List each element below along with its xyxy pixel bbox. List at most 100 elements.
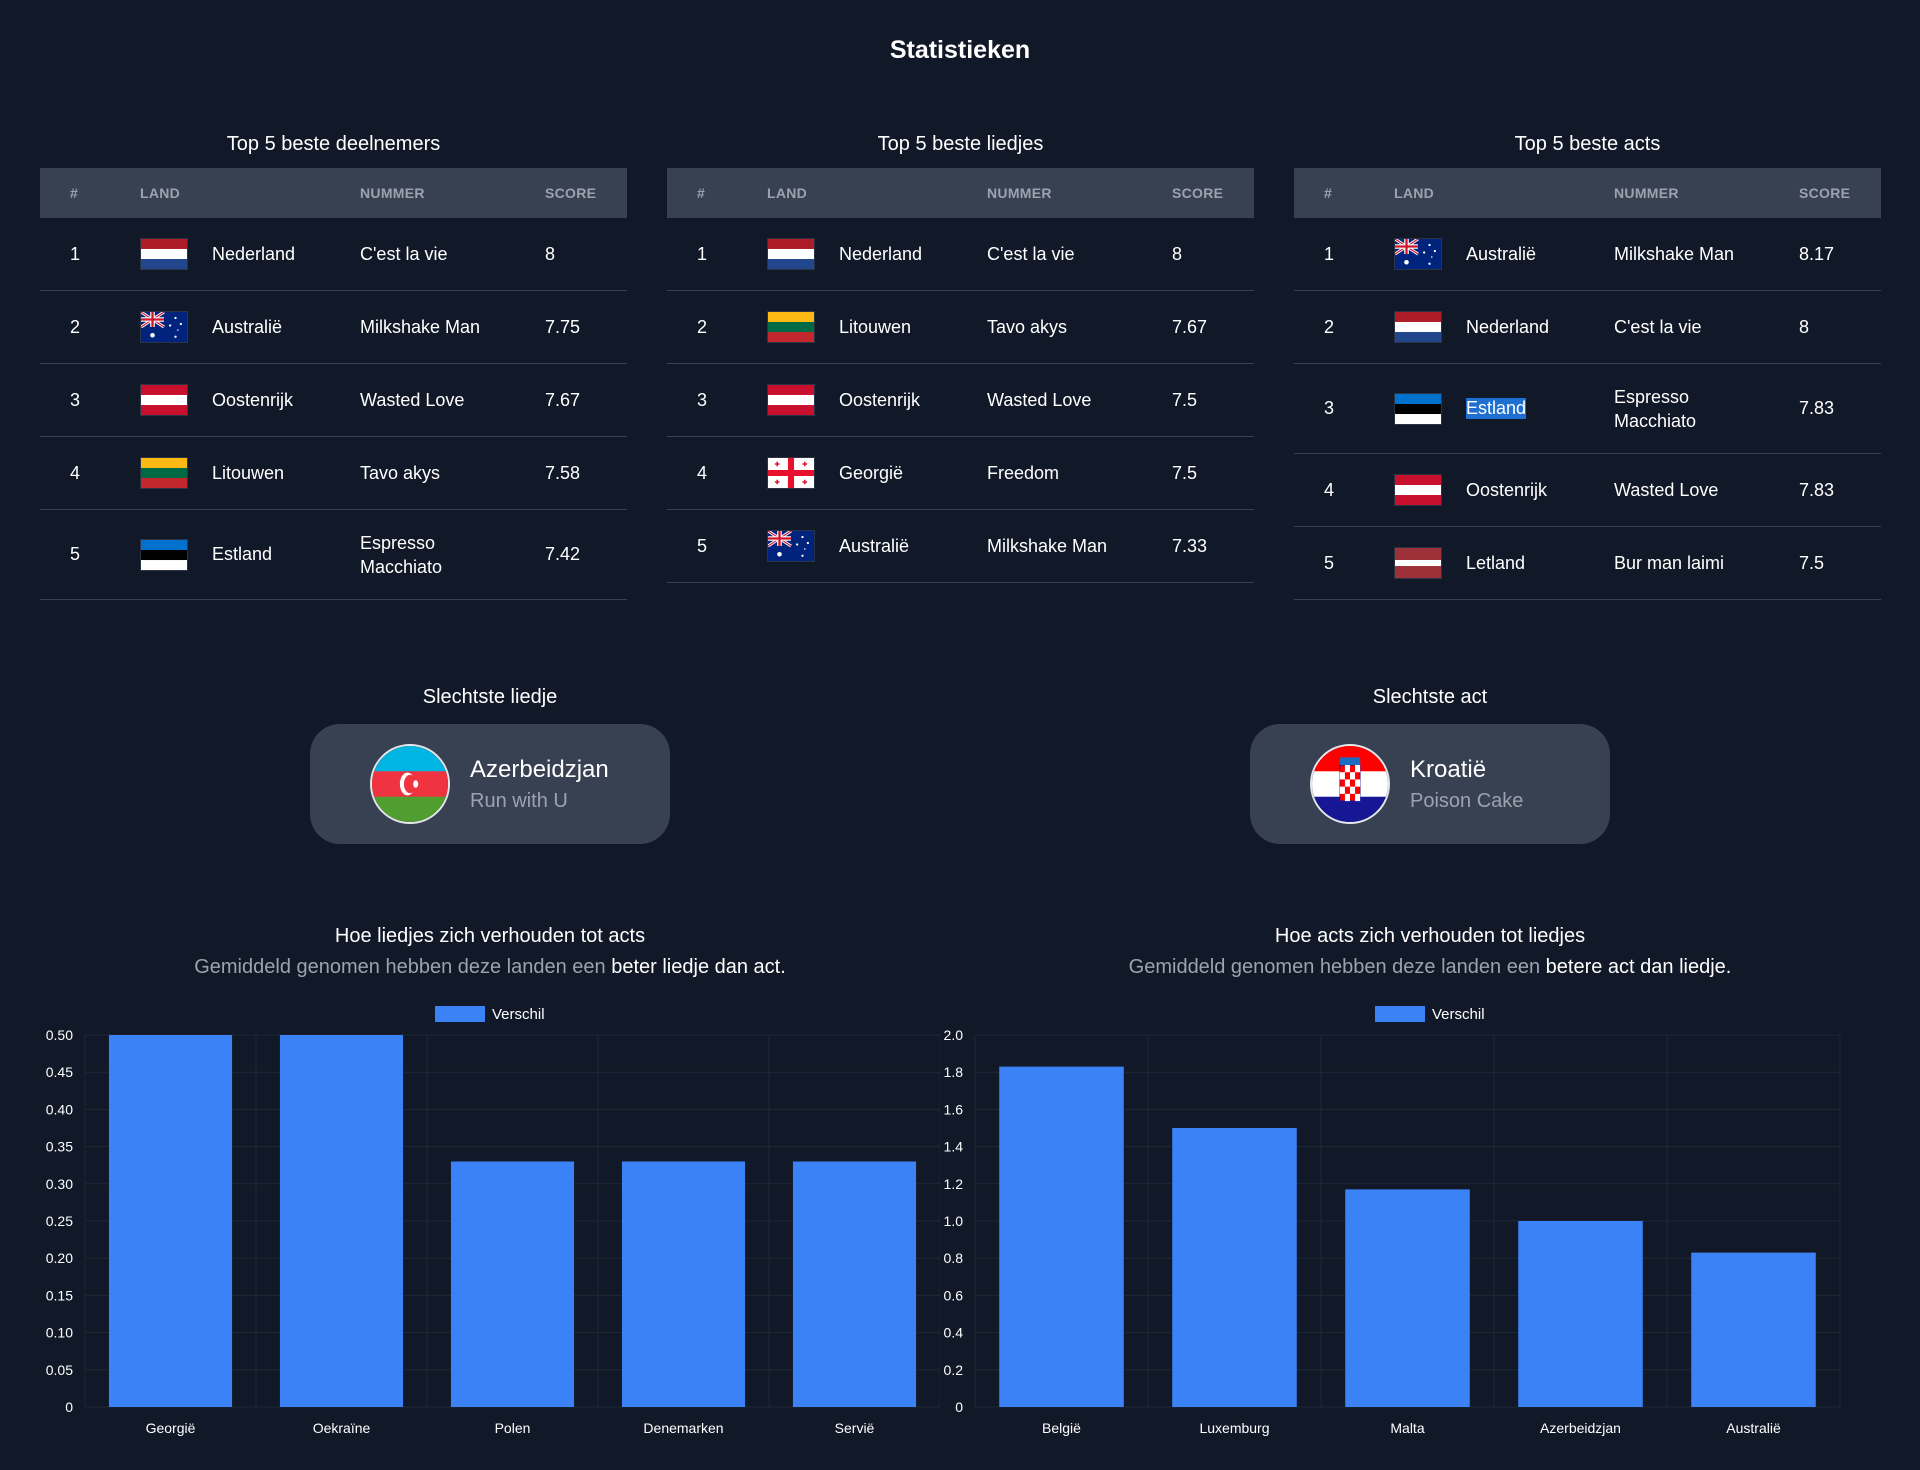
worst-country: Azerbeidzjan — [470, 755, 609, 783]
rank-cell: 1 — [1324, 243, 1335, 264]
country-name: Estland — [1466, 398, 1527, 419]
chart-legend[interactable]: Verschil — [435, 1006, 545, 1023]
country-name: Australië — [839, 535, 910, 556]
header-score: SCORE — [1799, 185, 1851, 201]
chart-subtitle: Gemiddeld genomen hebben deze landen een… — [40, 956, 940, 979]
table-row[interactable]: 4 Georgië Freedom 7.5 — [667, 437, 1254, 510]
song-cell: Wasted Love — [1614, 480, 1719, 500]
page-title: Statistieken — [889, 36, 1031, 64]
table-row[interactable]: 2 Litouwen Tavo akys 7.67 — [667, 291, 1254, 364]
ranking-table: # LAND NUMMER SCORE 1 Nederland C'est la vie 8 2… — [667, 168, 1254, 583]
table-row[interactable]: 4 Oostenrijk Wasted Love 7.83 — [1294, 454, 1881, 527]
bar[interactable] — [621, 1161, 746, 1407]
x-tick-label: Azerbeidzjan — [1540, 1420, 1621, 1436]
chart-legend[interactable]: Verschil — [1375, 1006, 1485, 1023]
bar[interactable] — [279, 1035, 404, 1407]
worst-title: Slechtste act — [1372, 686, 1488, 708]
table-row[interactable]: 5 Letland Bur man laimi 7.5 — [1294, 527, 1881, 600]
table-header: # LAND NUMMER SCORE — [40, 168, 627, 218]
table-row[interactable]: 3 Oostenrijk Wasted Love 7.5 — [667, 364, 1254, 437]
country-cell: Oostenrijk — [1394, 474, 1614, 506]
bar[interactable] — [1172, 1128, 1297, 1407]
y-tick-label: 0.6 — [944, 1287, 964, 1303]
country-cell: Estland — [140, 538, 360, 571]
song-cell: Milkshake Man — [1614, 244, 1735, 264]
legend-swatch — [435, 1006, 485, 1022]
worst-text: Azerbeidzjan Run with U — [470, 756, 609, 813]
country-cell: Oostenrijk — [140, 384, 360, 416]
table-row[interactable]: 1 Australië Milkshake Man 8.17 — [1294, 218, 1881, 291]
worst-title: Slechtste liedje — [422, 686, 558, 708]
chart-header: Hoe acts zich verhouden tot liedjes Gemid… — [980, 925, 1880, 979]
rank-cell: 3 — [1324, 398, 1335, 418]
score-cell: 7.33 — [1172, 535, 1208, 556]
legend-label: Verschil — [492, 1006, 545, 1023]
flag-at-icon — [140, 384, 188, 416]
table-row[interactable]: 1 Nederland C'est la vie 8 — [667, 218, 1254, 291]
song-cell: Milkshake Man — [360, 317, 481, 337]
rank-cell: 3 — [70, 389, 81, 410]
bar[interactable] — [108, 1035, 233, 1407]
bar[interactable] — [1345, 1189, 1470, 1407]
table-row[interactable]: 5 Estland Espresso Macchiato 7.42 — [40, 510, 627, 600]
score-cell: 7.5 — [1172, 462, 1198, 483]
score-cell: 7.75 — [545, 316, 581, 337]
y-tick-label: 0.4 — [944, 1325, 964, 1341]
bar[interactable] — [999, 1066, 1124, 1407]
chart-subtitle-prefix: Gemiddeld genomen hebben deze landen een — [1128, 956, 1546, 978]
flag-nl-icon — [140, 238, 188, 270]
country-name: Australië — [212, 316, 283, 337]
y-tick-label: 0.2 — [944, 1362, 964, 1378]
country-name: Letland — [1466, 552, 1526, 573]
y-tick-label: 0.50 — [46, 1027, 73, 1043]
country-cell: Nederland — [140, 238, 360, 270]
worst-card[interactable]: Kroatië Poison Cake — [1250, 724, 1610, 844]
worst-country: Kroatië — [1410, 755, 1487, 783]
flag-ee-icon — [1394, 392, 1442, 425]
flag-nl-icon — [1394, 311, 1442, 343]
rank-cell: 1 — [697, 243, 708, 264]
top5-table-block: Top 5 beste acts # LAND NUMMER SCORE 1 Austral… — [1294, 130, 1881, 600]
worst-song: Poison Cake — [1410, 789, 1524, 812]
header-song: NUMMER — [360, 185, 425, 201]
top5-table-block: Top 5 beste liedjes # LAND NUMMER SCORE 1 Nede… — [667, 130, 1254, 583]
y-tick-label: 1.4 — [944, 1139, 964, 1155]
bar[interactable] — [1518, 1221, 1643, 1407]
table-title: Top 5 beste liedjes — [877, 133, 1044, 155]
y-tick-label: 1.0 — [944, 1213, 964, 1229]
table-row[interactable]: 2 Australië Milkshake Man 7.75 — [40, 291, 627, 364]
worst-card[interactable]: Azerbeidzjan Run with U — [310, 724, 670, 844]
song-cell: C'est la vie — [1614, 317, 1702, 337]
country-cell: Estland — [1394, 392, 1614, 425]
bar[interactable] — [1691, 1252, 1816, 1407]
bar-chart: Verschil 0.50 0.45 0.40 0.35 0.30 0.25 0.20 0.15… — [46, 1006, 940, 1436]
chart-subtitle-prefix: Gemiddeld genomen hebben deze landen een — [194, 956, 612, 978]
header-land: LAND — [767, 185, 808, 201]
country-name: Litouwen — [839, 316, 912, 337]
header-song: NUMMER — [1614, 185, 1679, 201]
flag-lt-icon — [767, 311, 815, 343]
flag-nl-icon — [767, 238, 815, 270]
table-row[interactable]: 4 Litouwen Tavo akys 7.58 — [40, 437, 627, 510]
rank-cell: 4 — [1324, 479, 1335, 500]
header-rank: # — [70, 185, 79, 201]
score-cell: 7.58 — [545, 462, 581, 483]
table-row[interactable]: 2 Nederland C'est la vie 8 — [1294, 291, 1881, 364]
bar[interactable] — [450, 1161, 575, 1407]
bar[interactable] — [792, 1161, 917, 1407]
song-cell: Espresso Macchiato — [360, 532, 443, 577]
y-tick-label: 0.25 — [46, 1213, 73, 1229]
header-score: SCORE — [545, 185, 597, 201]
country-cell: Oostenrijk — [767, 384, 987, 416]
flag-az-icon — [370, 744, 450, 824]
score-cell: 8 — [1172, 243, 1183, 264]
header-rank: # — [697, 185, 706, 201]
flag-ee-icon — [140, 538, 188, 571]
song-cell: Tavo akys — [987, 317, 1068, 337]
table-row[interactable]: 3 Estland Espresso Macchiato 7.83 — [1294, 364, 1881, 454]
table-row[interactable]: 1 Nederland C'est la vie 8 — [40, 218, 627, 291]
score-cell: 7.5 — [1799, 552, 1825, 573]
table-row[interactable]: 5 Australië Milkshake Man 7.33 — [667, 510, 1254, 583]
table-row[interactable]: 3 Oostenrijk Wasted Love 7.67 — [40, 364, 627, 437]
score-cell: 7.67 — [545, 389, 581, 410]
